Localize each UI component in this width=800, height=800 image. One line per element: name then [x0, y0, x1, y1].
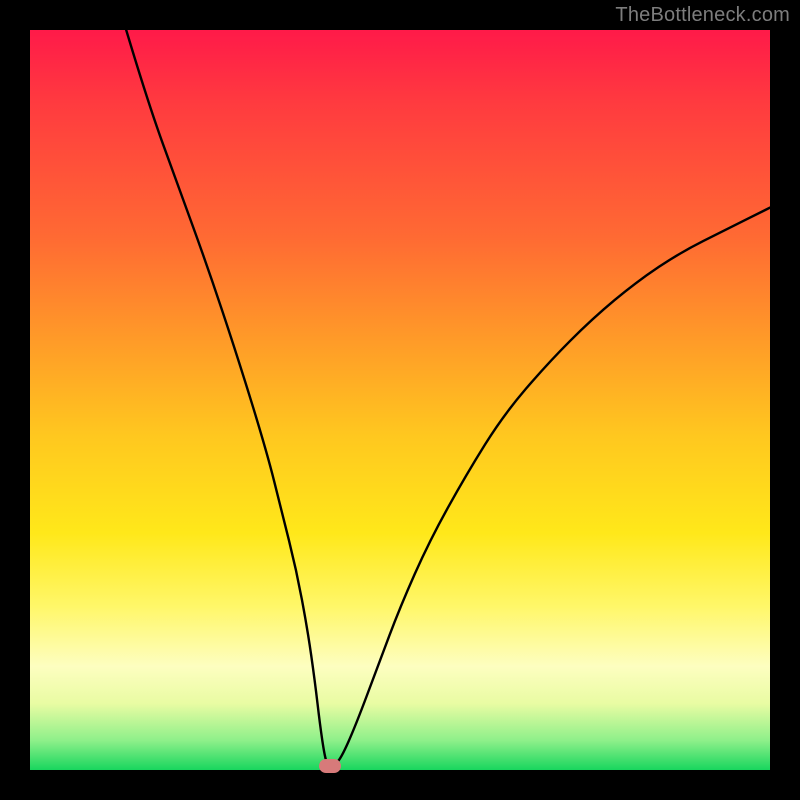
optimum-marker [319, 759, 341, 773]
plot-area [30, 30, 770, 770]
chart-frame: TheBottleneck.com [0, 0, 800, 800]
bottleneck-curve-svg [30, 30, 770, 770]
bottleneck-curve [126, 30, 770, 765]
watermark-text: TheBottleneck.com [615, 4, 790, 27]
